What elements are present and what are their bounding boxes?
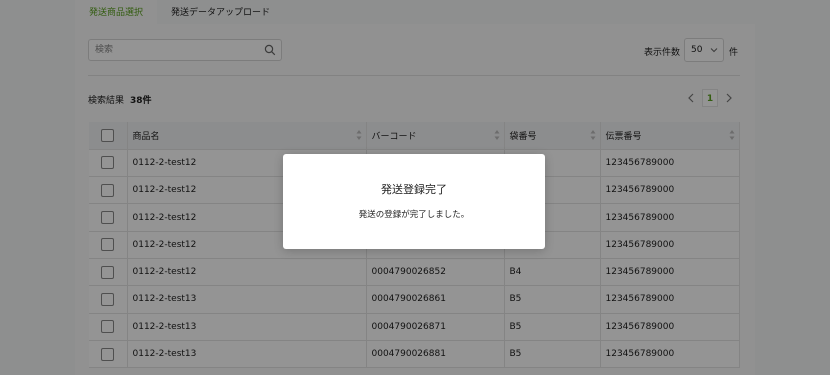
dialog-title: 発送登録完了 [381,183,447,196]
dialog-message: 発送の登録が完了しました。 [358,210,470,220]
completion-dialog: 発送登録完了 発送の登録が完了しました。 [283,154,545,249]
